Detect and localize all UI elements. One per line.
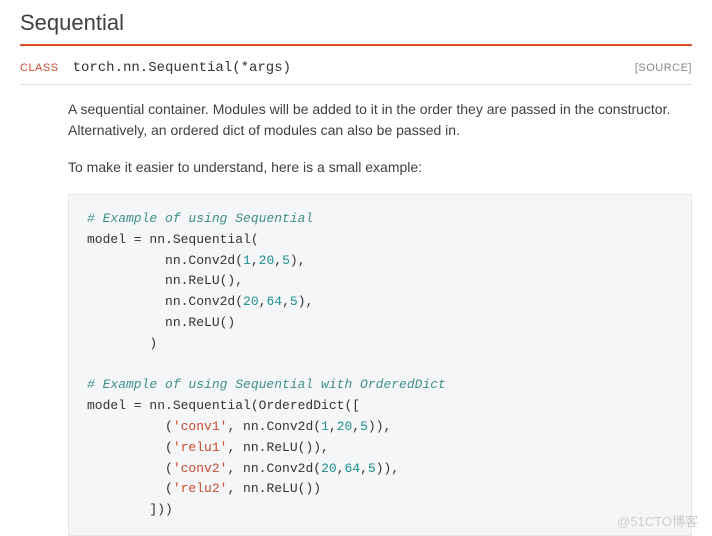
code-num: 5 [368,461,376,476]
code-line: model = nn.Sequential( [87,232,259,247]
code-str: 'relu2' [173,481,228,496]
code-num: 5 [282,253,290,268]
code-num: 64 [344,461,360,476]
watermark: @51CTO博客 [617,511,698,530]
code-line: ])) [87,502,173,517]
page-title: Sequential [20,10,692,46]
code-num: 5 [290,294,298,309]
code-num: 1 [243,253,251,268]
code-num: 64 [266,294,282,309]
code-num: 20 [337,419,353,434]
code-line: nn.ReLU(), [87,273,243,288]
description-paragraph-2: To make it easier to understand, here is… [68,157,692,178]
class-header: CLASS torch.nn.Sequential(*args) [SOURCE… [20,54,692,85]
code-line: nn.ReLU() [87,315,235,330]
source-link[interactable]: [SOURCE] [635,62,692,74]
code-num: 20 [243,294,259,309]
code-line: model = nn.Sequential(OrderedDict([ [87,398,360,413]
code-line: ( [87,419,173,434]
code-num: 20 [259,253,275,268]
code-str: 'conv1' [173,419,228,434]
code-line: ( [87,440,173,455]
code-num: 20 [321,461,337,476]
class-label: CLASS [20,62,59,74]
class-signature: torch.nn.Sequential(*args) [73,60,635,76]
code-line: ( [87,481,173,496]
code-comment: # Example of using Sequential [87,211,313,226]
code-str: 'relu1' [173,440,228,455]
code-str: 'conv2' [173,461,228,476]
code-comment: # Example of using Sequential with Order… [87,377,446,392]
code-line: ( [87,461,173,476]
description-paragraph-1: A sequential container. Modules will be … [68,99,692,141]
code-line: ) [87,336,157,351]
code-num: 1 [321,419,329,434]
code-num: 5 [360,419,368,434]
code-line: nn.Conv2d( [87,253,243,268]
code-line: nn.Conv2d( [87,294,243,309]
code-example: # Example of using Sequential model = nn… [68,194,692,536]
